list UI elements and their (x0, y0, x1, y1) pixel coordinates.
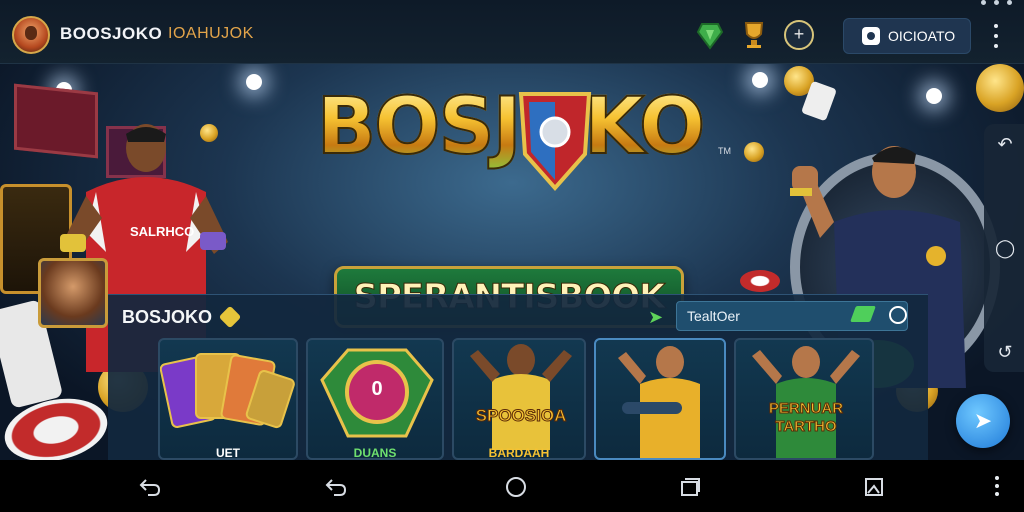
player-avatar-thumbnail[interactable] (38, 258, 108, 328)
games-search-label: TealtOer (687, 308, 740, 324)
left-player-jersey-text: SALRHCO (130, 224, 195, 239)
game-card-team[interactable]: PERNUAR TARTHO (734, 338, 874, 460)
camera-action-label: OICIOATO (888, 28, 956, 44)
striker-player-icon (618, 346, 700, 458)
stadium-light (246, 74, 262, 90)
chevron-right-icon[interactable]: ➤ (648, 307, 663, 328)
system-nav-bar (0, 460, 1024, 512)
app-tagline: IOAHUJOK (168, 25, 254, 42)
shield-emblem-icon (518, 92, 592, 192)
game-card-wheel[interactable]: 0 DUANS (306, 338, 444, 460)
recents-icon[interactable] (678, 476, 702, 498)
poker-chip (740, 270, 780, 292)
hero-title-wrap: BOSJOKO (290, 81, 730, 190)
more-vert-icon[interactable] (990, 476, 1004, 496)
gold-coin (976, 64, 1024, 112)
trademark-mark: TM (718, 146, 731, 156)
app-name: BOOSJOKO (60, 24, 163, 43)
game-card-caption: BARDAAH (488, 446, 550, 460)
football-player-icon (470, 344, 572, 450)
game-card-caption: DUANS (353, 446, 397, 460)
stadium-light (926, 88, 942, 104)
search-icon[interactable] (889, 306, 907, 324)
floating-action-button[interactable]: ➤ (956, 394, 1010, 448)
game-card-cards[interactable]: UET (158, 338, 298, 460)
green-gem-icon[interactable] (696, 20, 724, 50)
status-bar-icons (981, 0, 1012, 8)
refresh-icon[interactable]: ◯ (995, 238, 1015, 258)
play-icon: ➤ (973, 408, 993, 433)
game-card-title: SPOOSIOA (475, 406, 567, 426)
stadium-light (752, 72, 768, 88)
game-card-title: PERNUAR TARTHO (768, 400, 844, 436)
plus-circle-icon[interactable]: + (784, 20, 814, 50)
gold-trophy-icon[interactable] (740, 20, 768, 50)
game-card-striker[interactable] (594, 338, 726, 460)
green-gem-icon (850, 306, 876, 322)
gold-coin (744, 142, 764, 162)
top-app-bar: BOOSJOKO IOAHUJOK + OICIOATO (0, 0, 1024, 64)
app-screen: BOOSJOKO IOAHUJOK + OICIOATO SALRHCO BOS… (0, 0, 1024, 512)
floating-side-controls: ↶ ◯ ↺ (984, 124, 1024, 372)
reset-icon[interactable]: ↺ (995, 342, 1015, 362)
game-card-caption: UET (216, 446, 240, 460)
gold-gem-icon (218, 305, 242, 329)
home-icon[interactable] (504, 476, 528, 498)
more-vert-icon[interactable] (989, 24, 1003, 48)
playing-cards-icon (160, 353, 295, 429)
back-icon[interactable] (138, 476, 162, 498)
back-alt-icon[interactable] (324, 476, 348, 498)
app-logo[interactable] (12, 16, 50, 54)
game-card-badge: 0 (371, 378, 383, 400)
camera-action-button[interactable]: OICIOATO (843, 18, 971, 54)
camera-icon (862, 27, 880, 45)
games-search-field[interactable]: TealtOer (676, 301, 908, 331)
screenshot-icon[interactable] (862, 476, 886, 498)
hero-title: BOSJOKO (290, 81, 730, 173)
rotate-icon[interactable]: ↶ (995, 134, 1015, 154)
game-card-sports[interactable]: SPOOSIOA BARDAAH (452, 338, 586, 460)
games-panel-title: BOSJOKO (122, 307, 213, 327)
